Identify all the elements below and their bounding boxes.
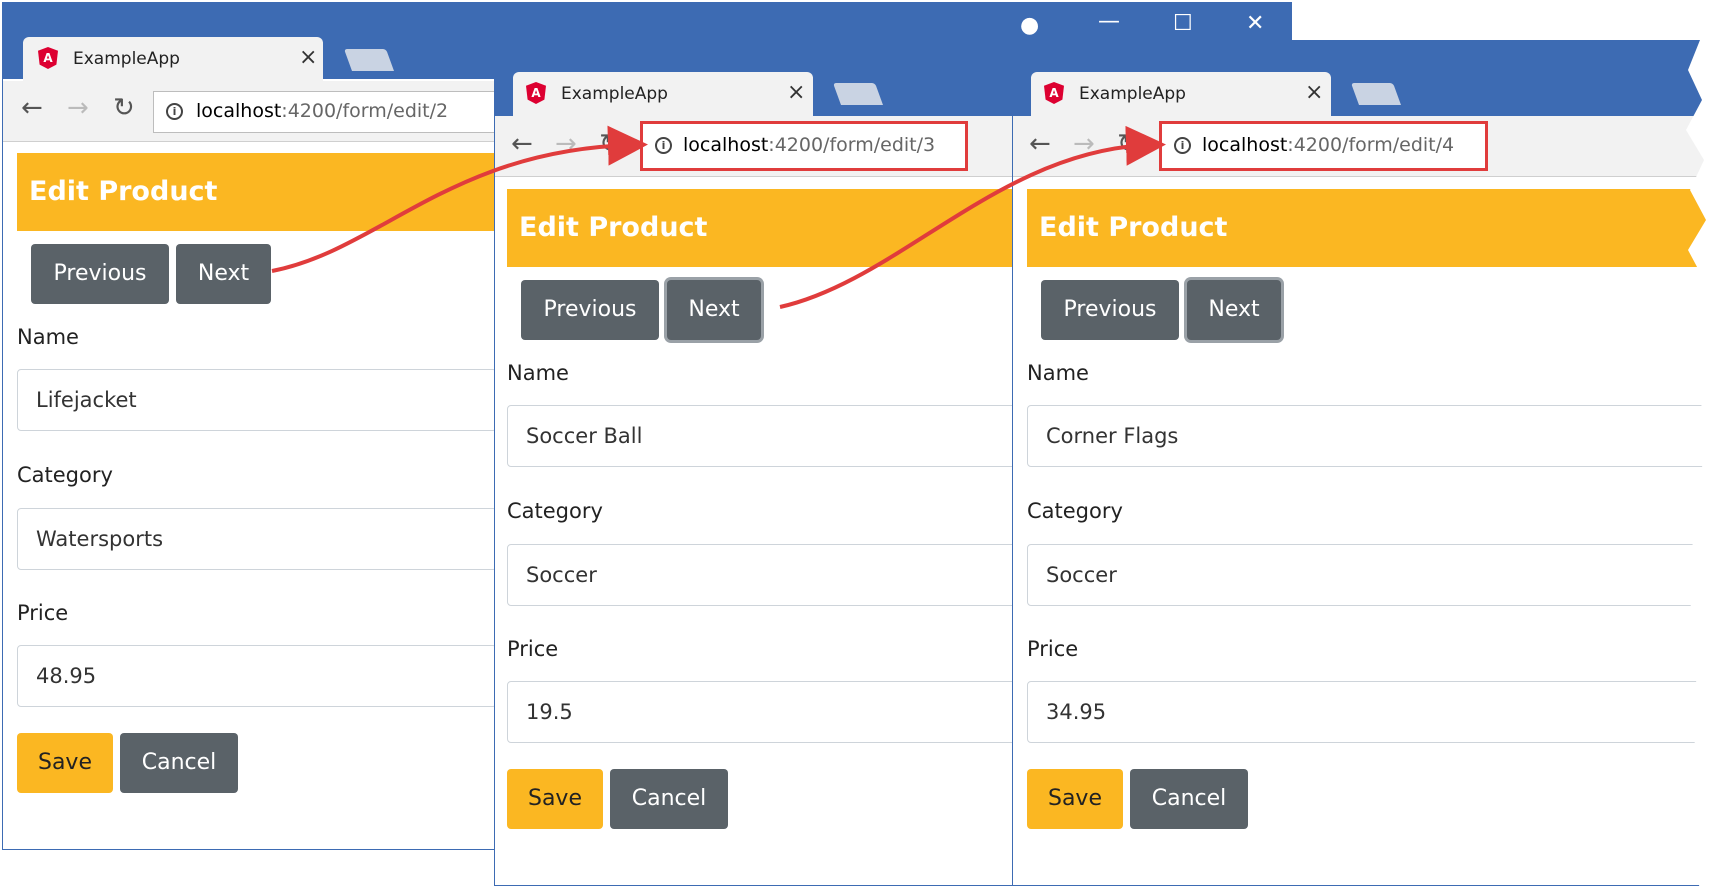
arrow-next-to-url-3 xyxy=(271,125,648,273)
arrow-next-to-url-4 xyxy=(779,125,1166,309)
annotation-overlay xyxy=(271,0,1725,889)
torn-edge xyxy=(1686,0,1725,889)
